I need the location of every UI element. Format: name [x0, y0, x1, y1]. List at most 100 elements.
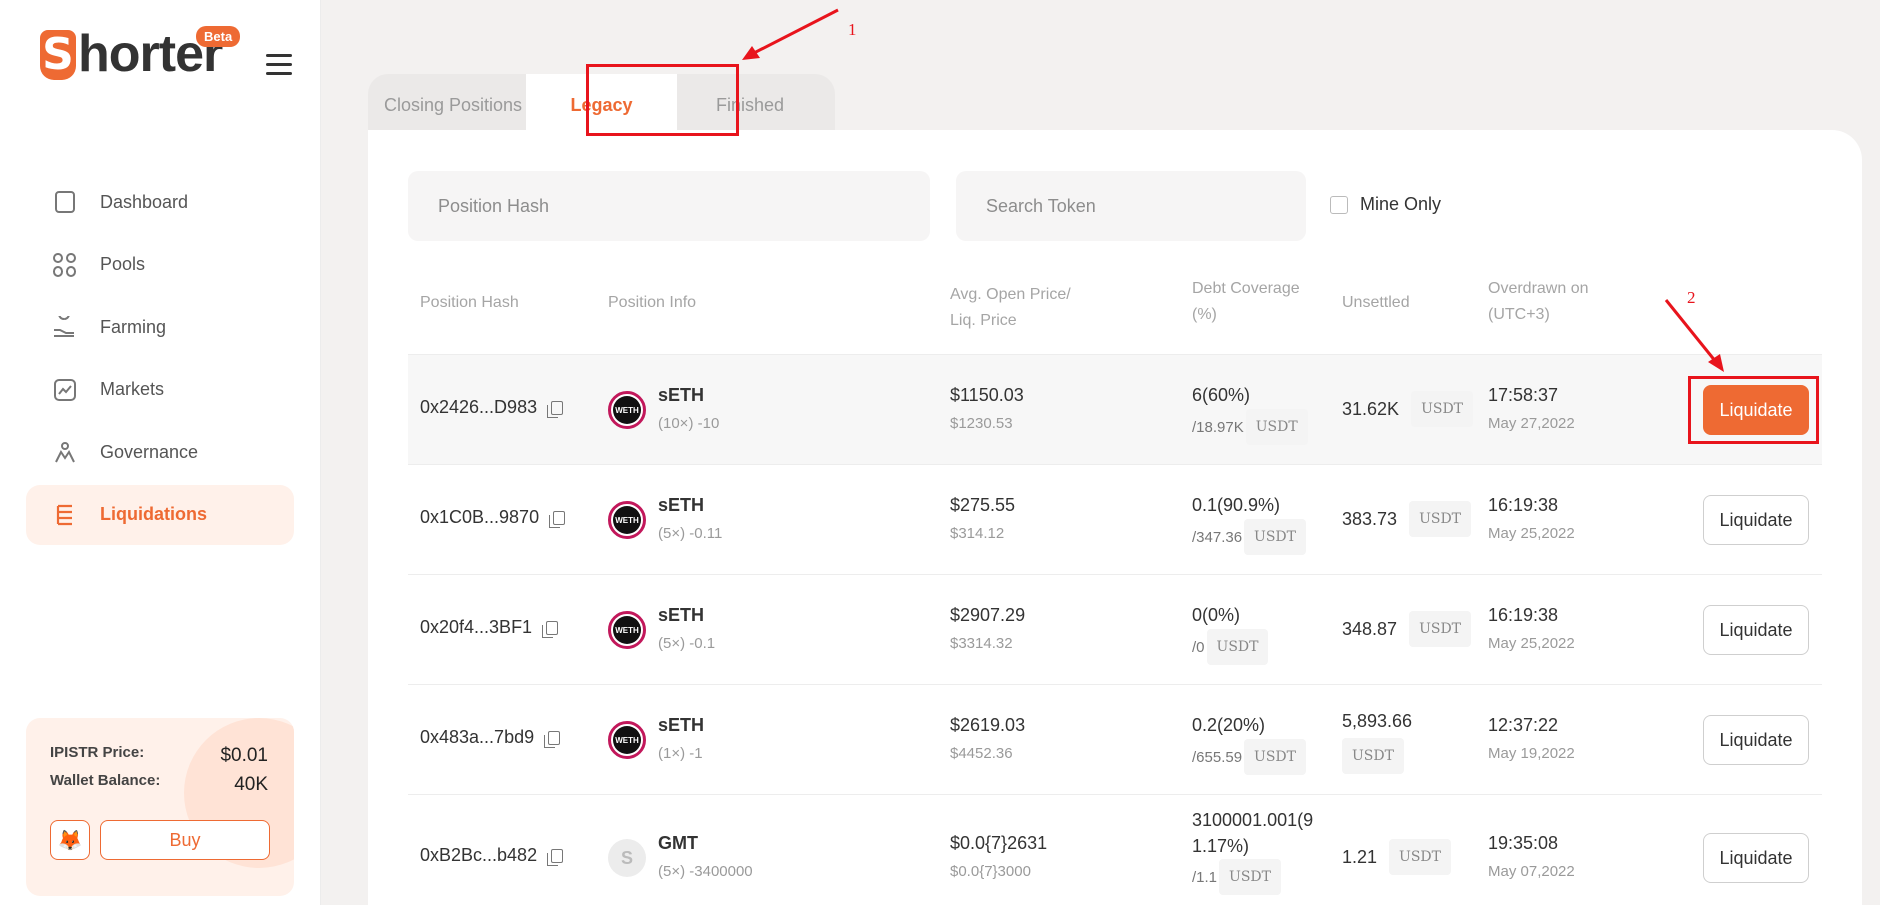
annotation-number-1: 1 — [848, 20, 857, 39]
metamask-icon[interactable]: 🦊 — [50, 820, 90, 860]
position-hash: 0x1C0B...9870 — [420, 507, 566, 528]
balance-value: 40K — [234, 774, 268, 795]
liquidations-icon — [52, 502, 78, 528]
tab-finished[interactable]: Finished — [677, 74, 823, 130]
weth-token-icon: WETH — [608, 391, 646, 429]
position-hash-input[interactable] — [408, 171, 930, 241]
token-name: sETH — [658, 495, 705, 515]
debt-amount: /18.97K USDT — [1192, 409, 1308, 445]
sidebar-item-farming[interactable]: Farming — [26, 297, 294, 357]
farming-icon — [52, 314, 78, 340]
token-leverage: (5×) -0.1 — [658, 635, 716, 652]
token-icon-label: WETH — [613, 506, 641, 534]
overdrawn-time: 16:19:38 — [1488, 495, 1559, 515]
mine-only-label: Mine Only — [1360, 194, 1442, 214]
liquidate-button[interactable]: Liquidate — [1703, 605, 1809, 655]
position-hash: 0x483a...7bd9 — [420, 727, 561, 748]
position-hash: 0xB2Bc...b482 — [420, 845, 564, 866]
sidebar: S horter Beta Dashboard Pools Farming Ma… — [0, 0, 321, 905]
usdt-badge: USDT — [1244, 519, 1306, 555]
overdrawn-time: 19:35:08 — [1488, 833, 1559, 853]
tab-closing-positions[interactable]: Closing Positions — [380, 74, 526, 130]
weth-token-icon: WETH — [608, 611, 646, 649]
overdrawn-date: May 19,2022 — [1488, 745, 1575, 762]
balance-label: Wallet Balance: — [50, 772, 161, 789]
token-name: sETH — [658, 605, 705, 625]
unsettled: 1.21 USDT — [1342, 839, 1451, 875]
token-leverage: (1×) -1 — [658, 745, 703, 762]
debt-amount-text: /0 — [1192, 638, 1205, 656]
liq-price: $0.0{7}3000 — [950, 863, 1031, 880]
governance-icon — [52, 439, 78, 465]
copy-icon[interactable] — [547, 400, 564, 418]
debt-amount-text: /347.36 — [1192, 528, 1243, 546]
overdrawn-date: May 27,2022 — [1488, 415, 1575, 432]
buy-button[interactable]: Buy — [100, 820, 270, 860]
debt-coverage: 3100001.001(91.17%) — [1192, 810, 1314, 856]
sidebar-item-pools[interactable]: Pools — [26, 235, 294, 295]
debt-amount-text: /1.1 — [1192, 868, 1218, 886]
debt-amount: /1.1 USDT — [1192, 859, 1281, 895]
search-token-input[interactable] — [956, 171, 1306, 241]
liquidate-button[interactable]: Liquidate — [1703, 833, 1809, 883]
open-price: $1150.03 — [950, 385, 1024, 405]
dashboard-icon — [52, 189, 78, 215]
copy-icon[interactable] — [542, 620, 559, 638]
position-hash-text: 0x1C0B...9870 — [420, 507, 540, 527]
price-label: IPISTR Price: — [50, 744, 145, 761]
menu-toggle-icon[interactable] — [266, 54, 292, 75]
position-hash: 0x20f4...3BF1 — [420, 617, 559, 638]
sidebar-item-liquidations[interactable]: Liquidations — [26, 484, 294, 545]
unsettled-value: 1.21 — [1342, 846, 1378, 867]
copy-icon[interactable] — [549, 510, 566, 528]
annotation-number-2: 2 — [1687, 288, 1696, 307]
debt-amount: /347.36 USDT — [1192, 519, 1306, 555]
liq-price: $3314.32 — [950, 635, 1013, 652]
sidebar-item-markets[interactable]: Markets — [26, 360, 294, 420]
unsettled-value: 5,893.66 — [1342, 711, 1413, 731]
sidebar-item-dashboard[interactable]: Dashboard — [26, 172, 294, 232]
mine-only-checkbox[interactable] — [1330, 195, 1348, 214]
markets-icon — [52, 377, 78, 403]
open-price: $2907.29 — [950, 605, 1026, 625]
sidebar-item-label: Farming — [100, 316, 167, 337]
overdrawn-time: 16:19:38 — [1488, 605, 1559, 625]
position-hash-text: 0x483a...7bd9 — [420, 727, 535, 747]
logo-mark: S — [40, 30, 76, 80]
token-name: sETH — [658, 715, 705, 735]
token-name: sETH — [658, 385, 705, 405]
sidebar-item-label: Governance — [100, 441, 199, 462]
weth-token-icon: WETH — [608, 501, 646, 539]
overdrawn-date: May 25,2022 — [1488, 525, 1575, 542]
unsettled: 348.87 USDT — [1342, 611, 1472, 647]
unsettled-value: 348.87 — [1342, 618, 1398, 639]
position-hash: 0x2426...D983 — [420, 397, 564, 418]
token-icon-label: WETH — [613, 616, 641, 644]
overdrawn-date: May 07,2022 — [1488, 863, 1575, 880]
col-position-info: Position Info — [608, 294, 697, 311]
table-row: 0x483a...7bd9 WETH sETH (1×) -1 $2619.03… — [408, 684, 1822, 794]
tab-legacy[interactable]: Legacy — [526, 74, 677, 130]
token-icon-label: WETH — [613, 396, 641, 424]
liq-price: $1230.53 — [950, 415, 1013, 432]
unsettled: 31.62K USDT — [1342, 391, 1474, 427]
sidebar-item-governance[interactable]: Governance — [26, 422, 294, 482]
liquidate-button[interactable]: Liquidate — [1703, 385, 1809, 435]
shorter-logo[interactable]: S horter — [40, 28, 223, 80]
usdt-badge: USDT — [1389, 839, 1451, 875]
copy-icon[interactable] — [547, 848, 564, 866]
debt-coverage: 0(0%) — [1192, 605, 1241, 625]
table-row: 0x20f4...3BF1 WETH sETH (5×) -0.1 $2907.… — [408, 574, 1822, 684]
copy-icon[interactable] — [544, 730, 561, 748]
usdt-badge: USDT — [1245, 409, 1308, 445]
mine-only-toggle[interactable]: Mine Only — [1330, 194, 1441, 215]
open-price: $0.0{7}2631 — [950, 833, 1048, 853]
col-overdrawn-on: Overdrawn on (UTC+3) — [1488, 280, 1589, 323]
usdt-badge: USDT — [1206, 629, 1269, 665]
table-header: Position Hash Position Info Avg. Open Pr… — [408, 276, 1822, 344]
liquidate-button[interactable]: Liquidate — [1703, 715, 1809, 765]
beta-badge: Beta — [196, 26, 241, 47]
liquidate-button[interactable]: Liquidate — [1703, 495, 1809, 545]
usdt-badge: USDT — [1409, 501, 1472, 537]
token-icon-label: WETH — [613, 726, 641, 754]
